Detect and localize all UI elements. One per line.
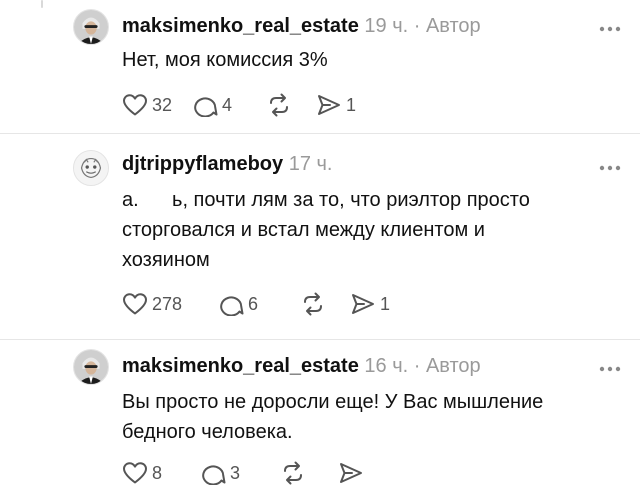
reply-button[interactable]: 6 (218, 291, 300, 317)
more-options-button[interactable] (598, 361, 622, 372)
post-text: Нет, моя комиссия 3% (122, 45, 622, 75)
reply-button[interactable]: 4 (192, 92, 266, 118)
username[interactable]: maksimenko_real_estate (122, 355, 359, 377)
like-button[interactable]: 278 (122, 291, 218, 317)
timestamp: 16 ч. (364, 355, 409, 377)
share-button[interactable]: 1 (350, 291, 390, 317)
author-badge: Автор (425, 15, 481, 37)
heart-icon (123, 462, 147, 484)
post-text-line: сторговался и встал между клиентом и (122, 219, 485, 241)
comment-bubble-icon (220, 296, 244, 316)
more-dots-icon (599, 366, 621, 372)
post-text-line: Нет, моя комиссия 3% (122, 49, 328, 71)
post-actions: 278 6 1 (122, 291, 390, 317)
like-count: 278 (152, 293, 183, 314)
reply-count: 6 (248, 293, 259, 314)
more-options-button[interactable] (598, 160, 622, 171)
like-count: 8 (152, 462, 163, 483)
avatar-photo (74, 350, 108, 384)
reply-count: 4 (222, 94, 233, 115)
share-count: 1 (346, 94, 357, 115)
post-header: maksimenko_real_estate 19 ч. · Автор (122, 14, 481, 38)
comment-bubble-icon (194, 97, 218, 117)
divider (0, 339, 640, 340)
repost-icon (284, 461, 302, 485)
like-count: 32 (152, 94, 173, 115)
author-badge: Автор (425, 355, 481, 377)
reply-button[interactable]: 3 (200, 460, 280, 486)
avatar[interactable] (73, 9, 109, 45)
share-count: 1 (380, 293, 391, 314)
post-text-line: бедного человека. (122, 421, 293, 443)
avatar-photo (74, 10, 108, 44)
repost-button[interactable] (300, 291, 350, 317)
post-header: maksimenko_real_estate 16 ч. · Автор (122, 354, 481, 378)
send-icon (340, 463, 362, 483)
more-dots-icon (599, 26, 621, 32)
meta-separator: · (413, 355, 421, 377)
post-actions: 8 3 (122, 460, 364, 486)
divider (0, 133, 640, 134)
like-button[interactable]: 32 (122, 92, 192, 118)
send-icon (352, 294, 374, 314)
post-header: djtrippyflameboy 17 ч. (122, 152, 332, 176)
avatar-illustration (74, 151, 108, 185)
share-button[interactable] (338, 460, 364, 486)
post-text-line: хозяином (122, 249, 210, 271)
reply-count: 3 (230, 462, 241, 483)
share-button[interactable]: 1 (316, 92, 356, 118)
post-text: Вы просто не доросли еще! У Вас мышление… (122, 387, 622, 447)
send-icon (318, 95, 340, 115)
repost-icon (304, 292, 322, 316)
timestamp: 17 ч. (288, 153, 333, 175)
more-dots-icon (599, 165, 621, 171)
repost-button[interactable] (266, 92, 316, 118)
heart-icon (123, 293, 147, 315)
repost-button[interactable] (280, 460, 338, 486)
meta-separator: · (413, 15, 421, 37)
username[interactable]: djtrippyflameboy (122, 153, 283, 175)
more-options-button[interactable] (598, 21, 622, 32)
thread-connector-line (41, 0, 43, 8)
heart-icon (123, 94, 147, 116)
post-text-line: а. ь, почти лям за то, что риэлтор прост… (122, 189, 530, 211)
post-text-line: Вы просто не доросли еще! У Вас мышление (122, 391, 544, 413)
avatar[interactable] (73, 150, 109, 186)
timestamp: 19 ч. (364, 15, 409, 37)
comment-bubble-icon (202, 465, 226, 485)
repost-icon (270, 93, 288, 117)
post-text: а. ь, почти лям за то, что риэлтор прост… (122, 185, 622, 275)
avatar[interactable] (73, 349, 109, 385)
username[interactable]: maksimenko_real_estate (122, 15, 359, 37)
like-button[interactable]: 8 (122, 460, 200, 486)
post-actions: 32 4 1 (122, 92, 356, 118)
